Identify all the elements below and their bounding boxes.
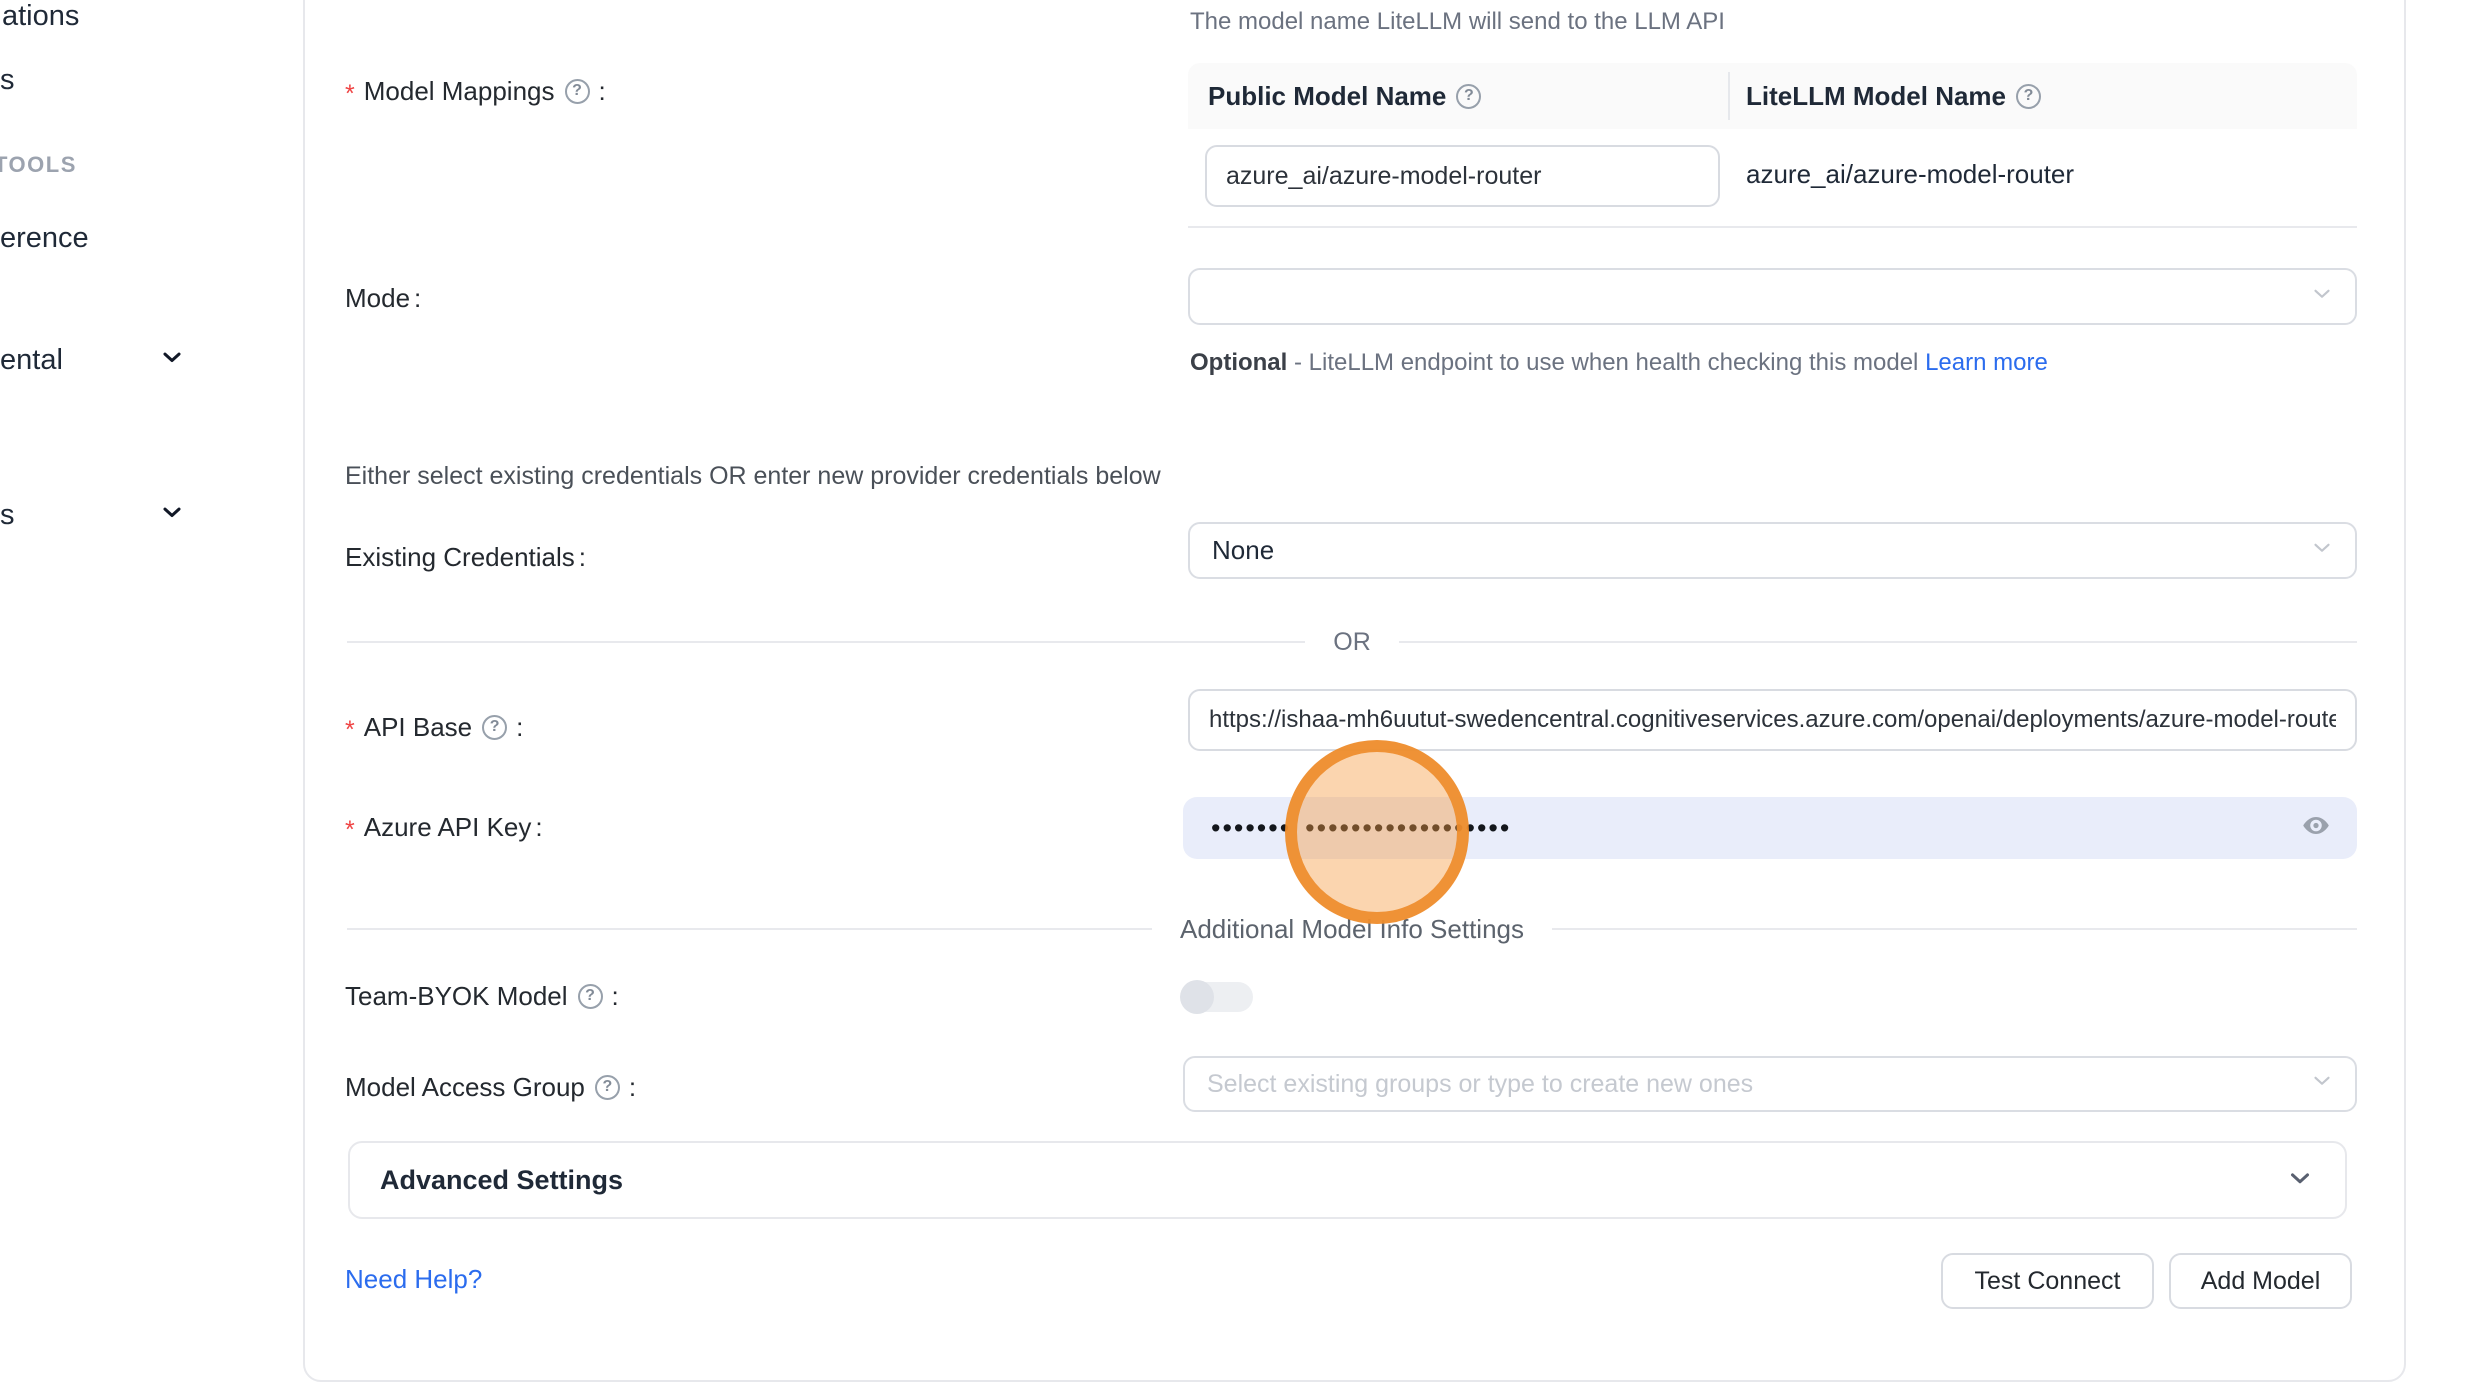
team-byok-label: Team-BYOK Model ? : bbox=[345, 979, 619, 1013]
existing-credentials-select[interactable]: None bbox=[1188, 522, 2357, 579]
chevron-down-icon bbox=[2309, 280, 2335, 313]
help-question-icon[interactable]: ? bbox=[565, 79, 590, 104]
azure-api-key-label: * Azure API Key : bbox=[345, 810, 543, 844]
mode-hint-text: Optional - LiteLLM endpoint to use when … bbox=[1190, 342, 2070, 383]
existing-credentials-label: Existing Credentials : bbox=[345, 540, 586, 574]
team-byok-toggle[interactable] bbox=[1181, 982, 1253, 1012]
sidebar: ations s TOOLS erence ental s bbox=[0, 0, 303, 1385]
sidebar-item-inference[interactable]: erence bbox=[0, 222, 89, 255]
model-name-helper-text: The model name LiteLLM will send to the … bbox=[1190, 8, 1725, 36]
sidebar-item-experimental[interactable]: ental bbox=[0, 344, 63, 377]
help-question-icon[interactable]: ? bbox=[595, 1075, 620, 1100]
sidebar-item-label: ental bbox=[0, 344, 63, 377]
public-model-name-input[interactable] bbox=[1205, 145, 1720, 207]
additional-settings-divider: Additional Model Info Settings bbox=[347, 913, 2357, 945]
help-question-icon[interactable]: ? bbox=[482, 715, 507, 740]
sidebar-item-label: s bbox=[0, 499, 15, 532]
chevron-down-icon bbox=[158, 498, 186, 534]
required-asterisk: * bbox=[345, 716, 355, 745]
toggle-knob bbox=[1180, 980, 1214, 1014]
model-access-group-select[interactable]: Select existing groups or type to create… bbox=[1183, 1056, 2357, 1112]
help-question-icon[interactable]: ? bbox=[1456, 84, 1481, 109]
azure-api-key-input[interactable]: ••••••• •••••••••••••••••• bbox=[1183, 797, 2357, 859]
header-column-divider bbox=[1728, 72, 1730, 120]
chevron-down-icon bbox=[2309, 1068, 2335, 1101]
add-model-button[interactable]: Add Model bbox=[2169, 1253, 2352, 1309]
advanced-settings-panel[interactable]: Advanced Settings bbox=[348, 1141, 2347, 1219]
litellm-model-name-value: azure_ai/azure-model-router bbox=[1746, 159, 2074, 190]
model-mappings-table: Public Model Name ? LiteLLM Model Name ?… bbox=[1188, 63, 2357, 228]
chevron-down-icon bbox=[2309, 534, 2335, 567]
eye-icon[interactable] bbox=[2299, 811, 2333, 846]
masked-password-dots: •••••••••••••••••• bbox=[1305, 815, 1511, 842]
model-access-group-label: Model Access Group ? : bbox=[345, 1070, 636, 1104]
sidebar-item-label: ations bbox=[2, 0, 79, 33]
sidebar-item-models[interactable]: s bbox=[0, 64, 15, 97]
advanced-settings-title: Advanced Settings bbox=[380, 1165, 623, 1196]
model-mappings-label: * Model Mappings ? : bbox=[345, 74, 606, 108]
sidebar-item-label: s bbox=[0, 64, 15, 97]
select-placeholder: Select existing groups or type to create… bbox=[1207, 1070, 1753, 1099]
sidebar-item-integrations[interactable]: ations bbox=[2, 0, 79, 33]
sidebar-item-label: erence bbox=[0, 222, 89, 255]
api-base-label: * API Base ? : bbox=[345, 710, 523, 744]
chevron-down-icon bbox=[2285, 1163, 2315, 1198]
masked-password-dots: ••••••• bbox=[1211, 815, 1291, 842]
required-asterisk: * bbox=[345, 80, 355, 109]
mode-select[interactable] bbox=[1188, 268, 2357, 325]
need-help-link[interactable]: Need Help? bbox=[345, 1264, 482, 1295]
api-base-input[interactable] bbox=[1188, 689, 2357, 751]
help-question-icon[interactable]: ? bbox=[2016, 84, 2041, 109]
sidebar-item-settings[interactable]: s bbox=[0, 499, 15, 532]
mode-label: Mode : bbox=[345, 281, 421, 315]
or-divider: OR bbox=[347, 628, 2357, 656]
sidebar-section-label: TOOLS bbox=[0, 152, 77, 178]
learn-more-link[interactable]: Learn more bbox=[1925, 349, 2048, 376]
column-header-litellm-model-name: LiteLLM Model Name ? bbox=[1746, 63, 2046, 129]
credentials-note: Either select existing credentials OR en… bbox=[345, 462, 1161, 491]
required-asterisk: * bbox=[345, 816, 355, 845]
help-question-icon[interactable]: ? bbox=[578, 984, 603, 1009]
column-header-public-model-name: Public Model Name ? bbox=[1208, 63, 1486, 129]
chevron-down-icon bbox=[158, 343, 186, 379]
add-model-page: ations s TOOLS erence ental s The model … bbox=[0, 0, 2477, 1385]
sidebar-section-tools: TOOLS bbox=[0, 152, 77, 178]
selected-value: None bbox=[1212, 535, 1274, 566]
test-connect-button[interactable]: Test Connect bbox=[1941, 1253, 2154, 1309]
